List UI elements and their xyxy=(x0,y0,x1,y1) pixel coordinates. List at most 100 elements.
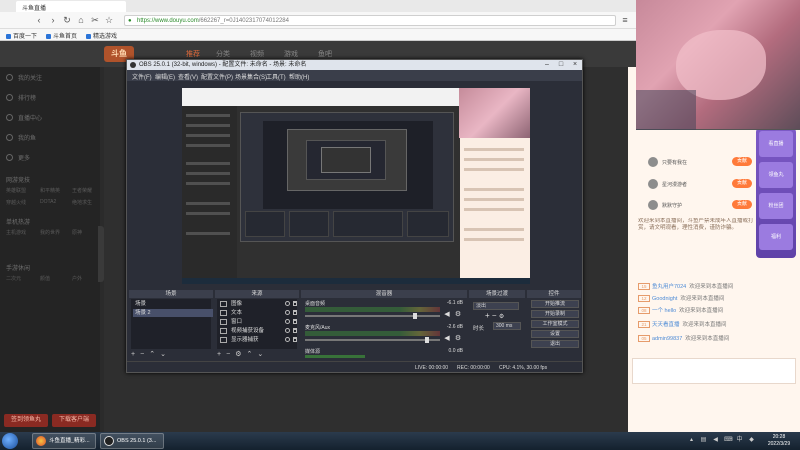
promo-item[interactable]: 看直播 xyxy=(759,131,793,157)
address-bar[interactable]: ● https://www.douyu.com/662267_r=0J14023… xyxy=(124,15,616,26)
menu-help[interactable]: 帮助(H) xyxy=(289,72,309,81)
gear-icon[interactable]: ⚙ xyxy=(499,314,504,320)
checkin-button[interactable]: 签到领鱼丸 xyxy=(4,414,48,427)
lock-icon[interactable] xyxy=(293,310,297,315)
move-down-icon[interactable]: ⌄ xyxy=(160,351,166,358)
nav-item[interactable]: 鱼吧 xyxy=(318,49,332,59)
sidebar-item[interactable]: 更多 xyxy=(6,153,30,162)
add-icon[interactable]: + xyxy=(131,351,135,358)
source-item[interactable]: 窗口 xyxy=(219,318,298,326)
sidebar-item[interactable]: 直播中心 xyxy=(6,113,42,122)
duration-field[interactable]: 300 ms xyxy=(493,322,521,330)
nav-item[interactable]: 视频 xyxy=(250,49,264,59)
sidebar-grid-item[interactable]: 原神 xyxy=(72,229,82,236)
move-down-icon[interactable]: ⌄ xyxy=(257,351,263,358)
visibility-icon[interactable] xyxy=(285,319,290,324)
sidebar-grid-item[interactable]: 我的世界 xyxy=(40,229,60,236)
chat-username[interactable]: Goodnight xyxy=(652,296,677,302)
remove-icon[interactable]: − xyxy=(140,351,144,358)
chat-input[interactable] xyxy=(632,358,796,384)
menu-icon[interactable]: ≡ xyxy=(620,15,630,25)
sidebar-grid-item[interactable]: 和平精英 xyxy=(40,187,60,194)
visibility-icon[interactable] xyxy=(285,301,290,306)
gear-icon[interactable]: ⚙ xyxy=(235,351,241,358)
promo-item[interactable]: 福利 xyxy=(759,224,793,250)
forward-icon[interactable]: › xyxy=(48,15,58,25)
promo-item[interactable]: 粉丝团 xyxy=(759,193,793,219)
chat-username[interactable]: 天天看直播 xyxy=(652,322,680,328)
sidebar-item[interactable]: 我的鱼 xyxy=(6,133,36,142)
download-client-button[interactable]: 下载客户端 xyxy=(52,414,96,427)
nav-item[interactable]: 分类 xyxy=(216,49,230,59)
speaker-icon[interactable]: ◀ xyxy=(443,335,451,343)
taskbar-item-obs[interactable]: OBS 25.0.1 (3... xyxy=(100,433,164,449)
exit-button[interactable]: 退出 xyxy=(531,340,579,348)
sidebar-grid-item[interactable]: 主机游戏 xyxy=(6,229,26,236)
lock-icon[interactable] xyxy=(293,337,297,342)
bookmark-item[interactable]: 百度一下 xyxy=(6,31,37,40)
menu-edit[interactable]: 编辑(E) xyxy=(155,72,175,81)
lock-icon[interactable] xyxy=(293,319,297,324)
browser-tab[interactable]: 斗鱼直播 xyxy=(16,1,126,12)
scene-item[interactable]: 场景 xyxy=(133,300,213,308)
source-item[interactable]: 文本 xyxy=(219,309,298,317)
network-icon[interactable]: ▤ xyxy=(700,437,707,444)
minimize-icon[interactable]: – xyxy=(540,60,554,70)
source-item[interactable]: 显示器捕获 xyxy=(219,336,298,344)
sidebar-grid-item[interactable]: 颜值 xyxy=(40,275,50,282)
volume-slider[interactable] xyxy=(305,339,440,341)
maximize-icon[interactable]: □ xyxy=(554,60,568,70)
star-icon[interactable]: ☆ xyxy=(104,15,114,25)
start-button[interactable] xyxy=(2,433,18,449)
back-icon[interactable]: ‹ xyxy=(34,15,44,25)
bookmark-item[interactable]: 精选游戏 xyxy=(86,31,117,40)
sidebar-grid-item[interactable]: 英雄联盟 xyxy=(6,187,26,194)
remove-icon[interactable]: − xyxy=(226,351,230,358)
settings-button[interactable]: 设置 xyxy=(531,330,579,338)
menu-profile[interactable]: 配置文件(P) xyxy=(201,72,233,81)
tray-up-icon[interactable]: ▴ xyxy=(688,437,695,444)
close-icon[interactable]: × xyxy=(568,60,582,70)
rank-row[interactable]: 默默守护 贡献 xyxy=(640,198,752,212)
lock-icon[interactable] xyxy=(293,301,297,306)
sidebar-grid-item[interactable]: 绝地求生 xyxy=(72,199,92,206)
gear-icon[interactable]: ⚙ xyxy=(454,311,462,319)
volume-knob[interactable] xyxy=(425,337,429,343)
chat-username[interactable]: 一个 hello xyxy=(652,308,676,314)
sidebar-grid-item[interactable]: DOTA2 xyxy=(40,199,56,205)
obs-titlebar[interactable]: OBS 25.0.1 (32-bit, windows) - 配置文件: 未命名… xyxy=(127,60,582,70)
sidebar-item[interactable]: 排行榜 xyxy=(6,93,36,102)
keyboard-icon[interactable]: ⌨ xyxy=(724,437,733,444)
sidebar-grid-item[interactable]: 穿越火线 xyxy=(6,199,26,206)
add-icon[interactable]: + xyxy=(485,311,490,320)
home-icon[interactable]: ⌂ xyxy=(76,15,86,25)
volume-slider[interactable] xyxy=(305,315,440,317)
notification-icon[interactable]: ◆ xyxy=(748,437,755,444)
move-up-icon[interactable]: ⌃ xyxy=(149,351,155,358)
source-item[interactable]: 视频捕获设备 xyxy=(219,327,298,335)
studio-mode-button[interactable]: 工作室模式 xyxy=(531,320,579,328)
volume-icon[interactable]: ◀ xyxy=(712,437,719,444)
add-icon[interactable]: + xyxy=(217,351,221,358)
sidebar-grid-item[interactable]: 王者荣耀 xyxy=(72,187,92,194)
gear-icon[interactable]: ⚙ xyxy=(454,335,462,343)
sidebar-item[interactable]: 我的关注 xyxy=(6,73,42,82)
rank-row[interactable]: 只要有我在 贡献 xyxy=(640,155,752,169)
chat-username[interactable]: admin99837 xyxy=(652,336,682,342)
cut-icon[interactable]: ✂ xyxy=(90,15,100,25)
menu-file[interactable]: 文件(F) xyxy=(132,72,152,81)
speaker-icon[interactable]: ◀ xyxy=(443,311,451,319)
taskbar-item-browser[interactable]: 斗鱼直播_精彩... xyxy=(32,433,96,449)
refresh-icon[interactable]: ↻ xyxy=(62,15,72,25)
start-recording-button[interactable]: 开始录制 xyxy=(531,310,579,318)
preview-canvas[interactable] xyxy=(182,88,530,284)
start-streaming-button[interactable]: 开始推流 xyxy=(531,300,579,308)
visibility-icon[interactable] xyxy=(285,310,290,315)
scene-item[interactable]: 场景 2 xyxy=(133,309,213,317)
transition-select[interactable]: 淡出 xyxy=(473,302,519,310)
remove-icon[interactable]: − xyxy=(492,311,497,320)
nav-item[interactable]: 推荐 xyxy=(186,49,200,59)
move-up-icon[interactable]: ⌃ xyxy=(246,351,252,358)
volume-knob[interactable] xyxy=(413,313,417,319)
nav-item[interactable]: 游戏 xyxy=(284,49,298,59)
